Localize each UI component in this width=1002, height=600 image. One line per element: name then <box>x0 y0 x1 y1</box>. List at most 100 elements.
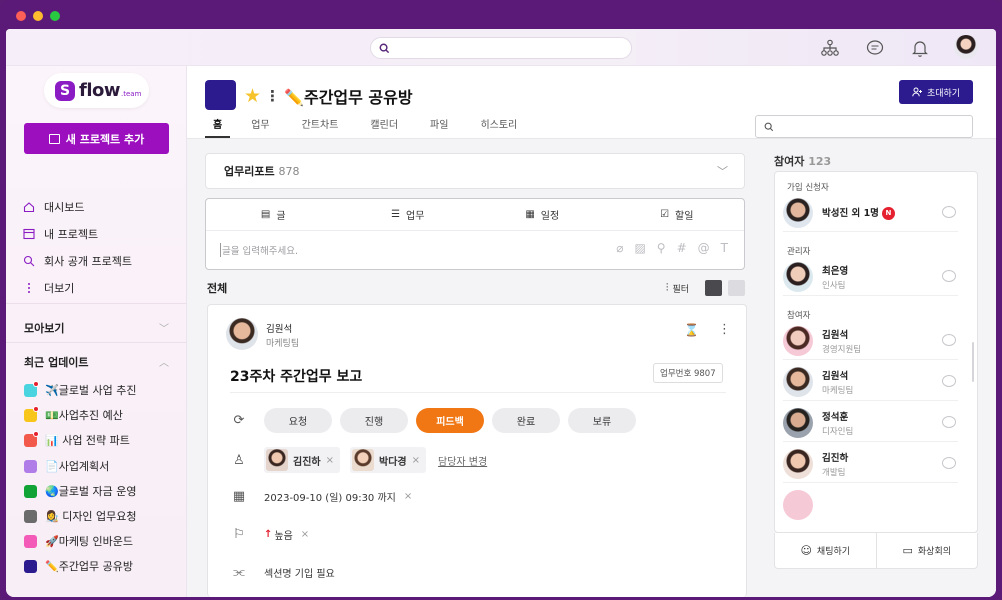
image-icon[interactable]: ▨ <box>634 241 645 255</box>
user-icon: ♙ <box>233 452 245 468</box>
tab-gantt[interactable]: 간트차트 <box>291 116 350 138</box>
chat-icon[interactable] <box>942 334 956 346</box>
text-format-icon[interactable]: T <box>721 241 728 255</box>
participant-item[interactable]: 김원석 경영지원팀 <box>783 322 958 360</box>
video-call-button[interactable]: ▭ 화상회의 <box>877 533 978 568</box>
composer-input[interactable]: 글을 입력해주세요. <box>222 243 298 257</box>
change-assignee-link[interactable]: 담당자 변경 <box>438 453 487 468</box>
tab-history[interactable]: 히스토리 <box>469 116 528 138</box>
author-avatar[interactable] <box>226 318 258 350</box>
due-date[interactable]: 2023-09-10 (일) 09:30 까지 <box>264 489 396 504</box>
chat-button-label: 채팅하기 <box>816 547 851 557</box>
sidebar-project-item[interactable]: 💵사업추진 예산 <box>24 405 123 423</box>
recent-section-header[interactable]: 최근 업데이트 ︿ <box>24 354 169 370</box>
location-icon[interactable]: ⚲ <box>657 241 666 255</box>
tab-files[interactable]: 파일 <box>419 116 459 138</box>
status-request-button[interactable]: 요청 <box>264 408 332 433</box>
chat-icon[interactable] <box>942 270 956 282</box>
feed-all-label: 전체 <box>207 282 228 295</box>
mention-icon[interactable]: @ <box>698 241 710 255</box>
status-hold-button[interactable]: 보류 <box>568 408 636 433</box>
remove-icon[interactable]: × <box>412 455 420 466</box>
assignee-chip[interactable]: 박다경 × <box>350 447 426 473</box>
new-project-button[interactable]: 새 프로젝트 추가 <box>24 123 169 154</box>
composer-tab-task[interactable]: ☰ 업무 <box>341 199 476 230</box>
participant-item[interactable]: 최은영 인사팀 <box>783 258 958 296</box>
main-content: ★ ⋮ ✏️주간업무 공유방 초대하기 홈 업무 간트차트 캘린더 파일 히스토… <box>187 66 996 597</box>
tab-calendar[interactable]: 캘린더 <box>359 116 409 138</box>
new-project-label: 새 프로젝트 추가 <box>65 132 145 146</box>
remove-icon[interactable]: × <box>326 455 334 466</box>
global-search-input[interactable] <box>370 37 632 59</box>
chat-button[interactable]: ☺ 채팅하기 <box>775 533 877 568</box>
scrollbar[interactable] <box>972 342 974 382</box>
bell-icon[interactable] <box>910 38 930 58</box>
sidebar-project-item[interactable]: ✏️주간업무 공유방 <box>24 558 133 574</box>
composer-tab-todo[interactable]: ☑ 할일 <box>610 199 745 230</box>
sidebar-project-item[interactable]: 🌏글로벌 자금 운영 <box>24 483 137 499</box>
participant-item[interactable]: 김진하 개발팀 <box>783 445 958 483</box>
assignee-chip[interactable]: 김진하 × <box>264 447 340 473</box>
status-feedback-button[interactable]: 피드백 <box>416 408 484 433</box>
org-chart-icon[interactable] <box>820 38 840 58</box>
remove-icon[interactable]: × <box>404 491 412 502</box>
status-done-button[interactable]: 완료 <box>492 408 560 433</box>
priority-value[interactable]: 높음 <box>274 527 292 542</box>
filter-button[interactable]: ⫶ 필터 <box>666 281 689 295</box>
tab-tasks[interactable]: 업무 <box>240 116 280 138</box>
maximize-window-button[interactable] <box>50 11 60 21</box>
invite-button[interactable]: 초대하기 <box>899 80 973 104</box>
status-progress-button[interactable]: 진행 <box>340 408 408 433</box>
sidebar-project-item[interactable]: 📄사업계획서 <box>24 458 109 474</box>
participant-item[interactable]: 박성진 외 1명 N <box>783 194 958 232</box>
section-row: ⫘ 섹션명 기입 필요 <box>230 565 335 580</box>
new-project-icon <box>48 133 60 144</box>
folder-icon <box>23 228 35 240</box>
remove-icon[interactable]: × <box>301 529 309 540</box>
app-window: S flow .team 새 프로젝트 추가 대시보드 내 프로젝트 회사 공개… <box>6 29 996 597</box>
logo-text: flow <box>79 80 121 101</box>
chat-icon[interactable] <box>942 206 956 218</box>
chat-icon[interactable] <box>942 416 956 428</box>
section-value[interactable]: 섹션명 기입 필요 <box>264 565 335 580</box>
more-vertical-icon[interactable]: ⋮ <box>718 322 731 337</box>
compact-view-button[interactable] <box>728 280 745 296</box>
chevron-up-icon: ︿ <box>159 358 169 369</box>
participant-item[interactable]: 김원석 마케팅팀 <box>783 363 958 401</box>
project-search-input[interactable] <box>755 115 973 138</box>
sidebar-project-item[interactable]: 📊 사업 전략 파트 <box>24 430 130 448</box>
tab-home[interactable]: 홈 <box>205 116 231 138</box>
project-label: 💵사업추진 예산 <box>45 409 123 422</box>
collect-section-header[interactable]: 모아보기 ﹀ <box>24 320 169 336</box>
close-window-button[interactable] <box>16 11 26 21</box>
assignee-row: ♙ 김진하 × 박다경 × 담당자 변경 <box>230 447 487 473</box>
author-name[interactable]: 김원석 <box>266 321 292 335</box>
sidebar-item-my-projects[interactable]: 내 프로젝트 <box>23 226 98 242</box>
chat-icon[interactable] <box>942 375 956 387</box>
chat-icon[interactable] <box>942 457 956 469</box>
minimize-window-button[interactable] <box>33 11 43 21</box>
sidebar-item-dashboard[interactable]: 대시보드 <box>23 199 84 215</box>
flow-logo[interactable]: S flow .team <box>44 73 149 108</box>
more-vertical-icon[interactable]: ⋮ <box>265 87 280 105</box>
list-view-button[interactable] <box>705 280 722 296</box>
chat-icon[interactable] <box>865 38 885 58</box>
user-avatar[interactable] <box>954 35 978 59</box>
divider <box>230 392 726 393</box>
composer-tab-post[interactable]: ▤ 글 <box>206 199 341 230</box>
recent-label: 최근 업데이트 <box>24 356 89 369</box>
sidebar-item-public-projects[interactable]: 회사 공개 프로젝트 <box>23 253 132 269</box>
hashtag-icon[interactable]: # <box>677 241 687 255</box>
project-color-block[interactable] <box>205 80 236 110</box>
sidebar-project-item[interactable]: 🚀마케팅 인바운드 <box>24 533 133 549</box>
sidebar-project-item[interactable]: 👩‍🎨 디자인 업무요청 <box>24 508 137 524</box>
sidebar-item-more[interactable]: 더보기 <box>23 280 74 296</box>
composer-tab-schedule[interactable]: ▦ 일정 <box>475 199 610 230</box>
task-report-bar[interactable]: 업무리포트 878 ﹀ <box>205 153 745 189</box>
star-icon[interactable]: ★ <box>244 85 261 107</box>
sidebar-project-item[interactable]: ✈️글로벌 사업 추진 <box>24 380 137 398</box>
home-icon <box>23 202 35 213</box>
participant-item[interactable]: 정석훈 디자인팀 <box>783 404 958 442</box>
attachment-icon[interactable]: ⌀ <box>616 241 623 255</box>
pin-icon[interactable]: ⌛ <box>684 323 699 337</box>
